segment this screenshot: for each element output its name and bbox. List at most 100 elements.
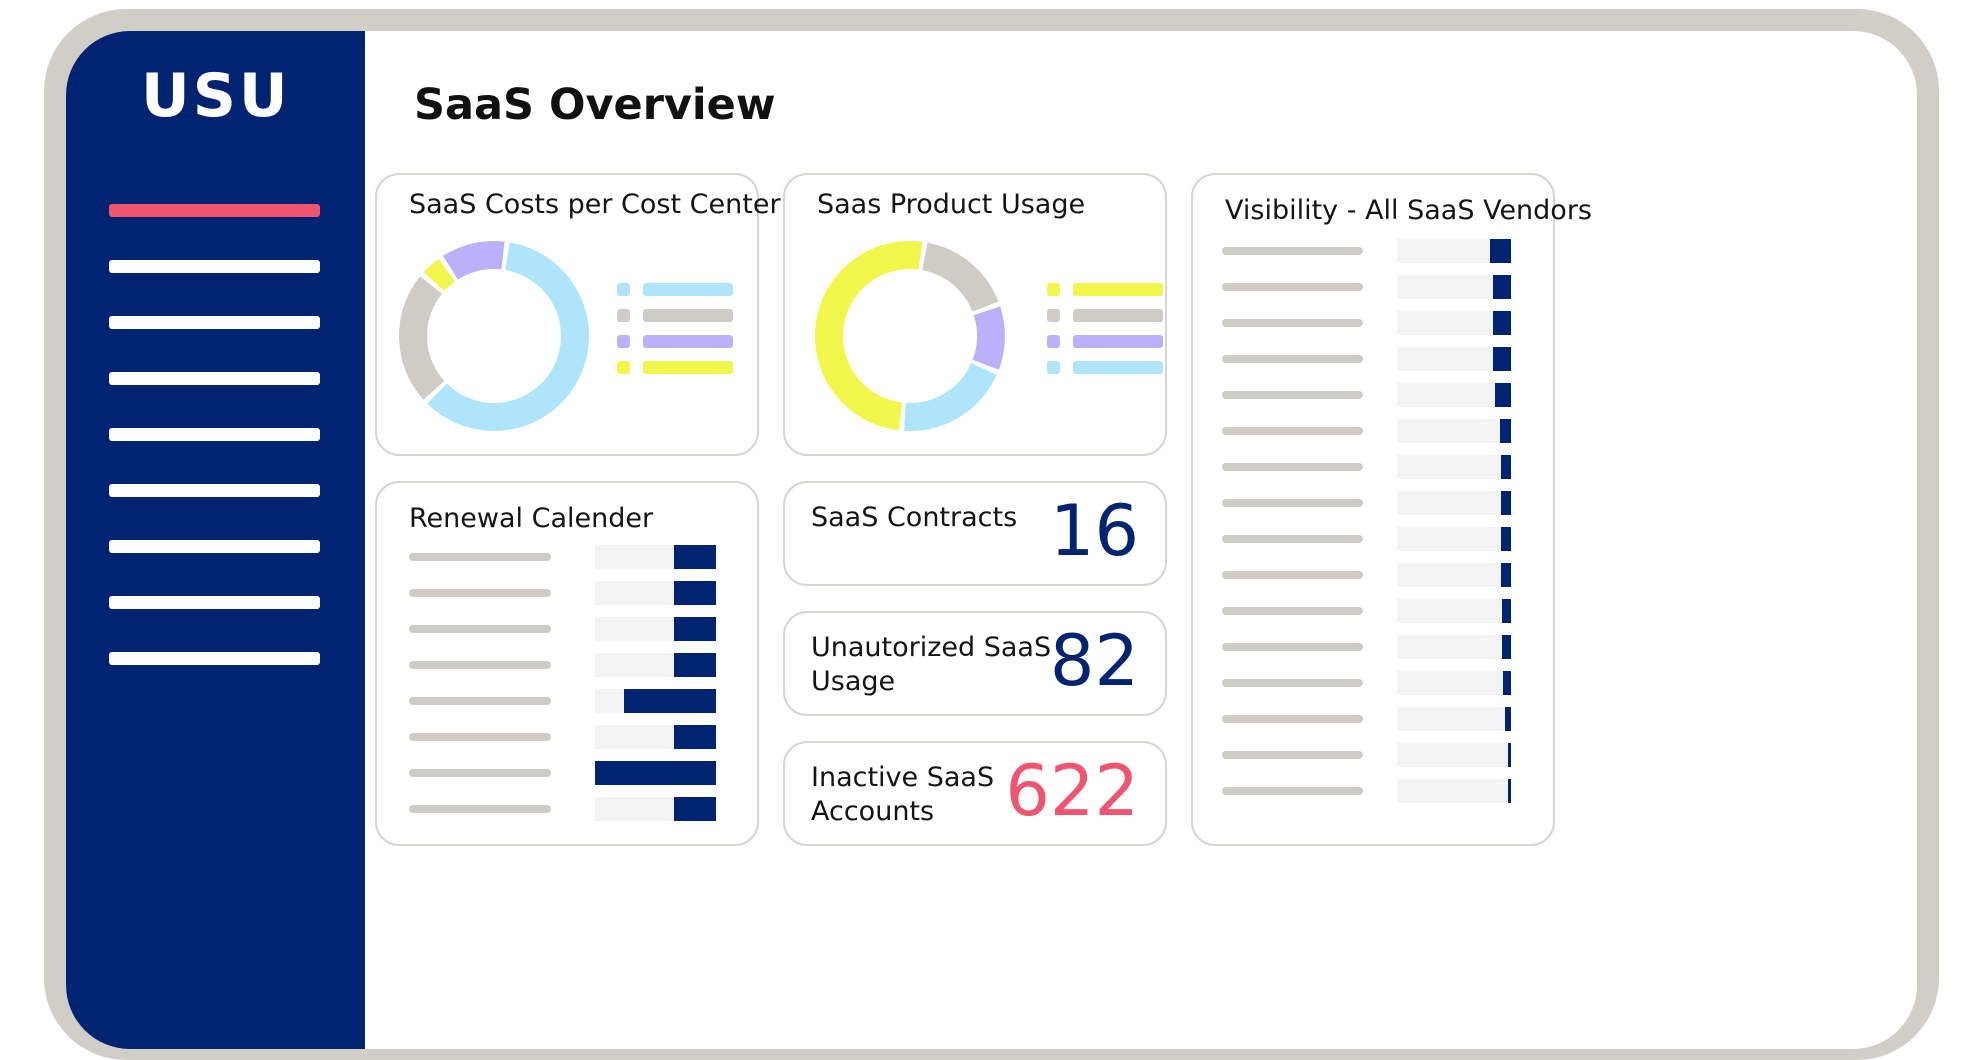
row-bar-track[interactable] — [1397, 491, 1511, 515]
sidebar-nav-item[interactable] — [109, 596, 320, 609]
row-bar-fill — [624, 689, 716, 713]
row-bar-track[interactable] — [1397, 383, 1511, 407]
row-label-placeholder — [409, 805, 551, 813]
sidebar-nav-item[interactable] — [109, 260, 320, 273]
row-bar-track[interactable] — [595, 689, 716, 713]
row-bar-track[interactable] — [595, 617, 716, 641]
row-label-placeholder — [1222, 715, 1363, 723]
row-label-placeholder — [409, 589, 551, 597]
card-unauthorized-usage[interactable]: Unautorized SaaS Usage 82 — [783, 611, 1167, 716]
row-bar-track[interactable] — [595, 797, 716, 821]
row-bar-track[interactable] — [1397, 779, 1511, 803]
row-label-placeholder — [1222, 787, 1363, 795]
card-cost-center[interactable]: SaaS Costs per Cost Center — [375, 173, 781, 456]
row-bar-track[interactable] — [595, 761, 716, 785]
row-label-placeholder — [409, 553, 551, 561]
sidebar-nav-item[interactable] — [109, 540, 320, 553]
row-label-placeholder — [1222, 463, 1363, 471]
donut-slice[interactable] — [423, 258, 456, 292]
device-frame: USU SaaS Overview SaaS Costs per Cost Ce… — [44, 9, 1939, 1060]
card-title: Renewal Calender — [409, 503, 654, 534]
row-bar-track[interactable] — [1397, 563, 1511, 587]
metric-value: 16 — [1049, 490, 1139, 572]
sidebar-nav-item[interactable] — [109, 428, 320, 441]
row-bar-track[interactable] — [1397, 671, 1511, 695]
metric-value: 82 — [1049, 620, 1139, 702]
row-bar-fill — [673, 653, 716, 677]
row-bar-track[interactable] — [1397, 275, 1511, 299]
sidebar-nav-item[interactable] — [109, 204, 320, 217]
legend-label-placeholder — [643, 335, 733, 348]
row-bar-track[interactable] — [1397, 743, 1511, 767]
sidebar: USU — [66, 31, 365, 1049]
row-bar-track[interactable] — [1397, 527, 1511, 551]
legend-swatch — [617, 361, 630, 374]
row-bar-track[interactable] — [1397, 599, 1511, 623]
product-usage-legend — [1047, 283, 1177, 393]
row-bar-track[interactable] — [595, 653, 716, 677]
row-bar-track[interactable] — [595, 545, 716, 569]
donut-slice[interactable] — [399, 276, 445, 400]
row-bar-track[interactable] — [595, 581, 716, 605]
cost-center-legend — [617, 283, 747, 393]
sidebar-nav-item[interactable] — [109, 484, 320, 497]
donut-slice[interactable] — [427, 242, 589, 431]
legend-label-placeholder — [1073, 361, 1163, 374]
card-vendor-visibility[interactable]: Visibility - All SaaS Vendors — [1191, 173, 1592, 846]
row-label-placeholder — [1222, 427, 1363, 435]
card-product-usage[interactable]: Saas Product Usage — [783, 173, 1167, 456]
row-bar-track[interactable] — [1397, 635, 1511, 659]
row-bar-fill — [1490, 239, 1511, 263]
metric-label: SaaS Contracts — [811, 502, 1018, 533]
row-bar-track[interactable] — [1397, 311, 1511, 335]
product-usage-donut[interactable] — [813, 239, 1007, 433]
sidebar-nav-item[interactable] — [109, 372, 320, 385]
row-bar-fill — [673, 725, 716, 749]
legend-swatch — [617, 283, 630, 296]
metric-label: Unautorized SaaS Usage — [811, 632, 1052, 697]
donut-slice[interactable] — [904, 362, 997, 431]
donut-slice[interactable] — [442, 241, 505, 280]
legend-swatch — [1047, 283, 1060, 296]
row-label-placeholder — [1222, 751, 1363, 759]
row-label-placeholder — [1222, 247, 1363, 255]
row-bar-fill — [1495, 383, 1511, 407]
row-bar-fill — [1507, 779, 1511, 803]
legend-label-placeholder — [643, 283, 733, 296]
cost-center-donut[interactable] — [397, 239, 591, 433]
row-bar-fill — [673, 797, 716, 821]
legend-label-placeholder — [1073, 283, 1163, 296]
card-inactive-accounts[interactable]: Inactive SaaS Accounts 622 — [783, 741, 1167, 846]
row-bar-fill — [1503, 671, 1511, 695]
row-bar-fill — [1501, 635, 1511, 659]
row-label-placeholder — [1222, 319, 1363, 327]
card-saas-contracts[interactable]: SaaS Contracts 16 — [783, 481, 1167, 586]
row-bar-track[interactable] — [595, 725, 716, 749]
row-label-placeholder — [1222, 391, 1363, 399]
sidebar-nav-item[interactable] — [109, 652, 320, 665]
row-bar-track[interactable] — [1397, 419, 1511, 443]
row-bar-track[interactable] — [1397, 455, 1511, 479]
card-title: SaaS Costs per Cost Center — [409, 189, 781, 220]
row-bar-fill — [1505, 707, 1511, 731]
row-bar-fill — [673, 617, 716, 641]
row-label-placeholder — [1222, 679, 1363, 687]
sidebar-nav-item[interactable] — [109, 316, 320, 329]
row-label-placeholder — [1222, 283, 1363, 291]
row-label-placeholder — [1222, 535, 1363, 543]
page-title: SaaS Overview — [414, 80, 776, 130]
card-title: Saas Product Usage — [817, 189, 1086, 220]
row-label-placeholder — [409, 661, 551, 669]
donut-slice[interactable] — [921, 242, 999, 313]
card-renewal-calendar[interactable]: Renewal Calender — [375, 481, 759, 846]
row-bar-fill — [1500, 527, 1511, 551]
row-bar-fill — [1500, 491, 1511, 515]
row-bar-fill — [1499, 419, 1511, 443]
row-label-placeholder — [409, 733, 551, 741]
donut-slice[interactable] — [814, 241, 923, 431]
row-bar-track[interactable] — [1397, 239, 1511, 263]
donut-slice[interactable] — [972, 306, 1005, 370]
row-bar-track[interactable] — [1397, 347, 1511, 371]
row-bar-track[interactable] — [1397, 707, 1511, 731]
card-title: Visibility - All SaaS Vendors — [1225, 195, 1592, 226]
